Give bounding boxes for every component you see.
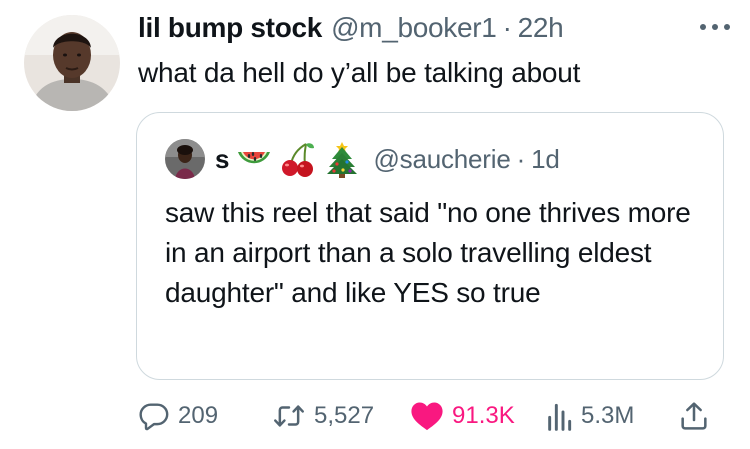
share-button[interactable] [678,392,710,440]
tweet-header: lil bump stock @m_booker1 · 22h [138,8,564,48]
watermelon-icon [238,152,271,164]
like-button[interactable]: 91.3K [410,392,515,440]
heart-icon [411,402,443,431]
share-icon [681,402,707,430]
quoted-author-avatar-image [165,139,205,179]
christmas-tree-icon [327,142,358,178]
views-icon [548,403,572,431]
reply-count: 209 [178,402,219,429]
quoted-display-name[interactable]: s [215,144,229,175]
more-icon[interactable] [698,20,732,34]
handle[interactable]: @m_booker1 [331,12,497,44]
reply-button[interactable]: 209 [138,392,218,440]
tweet-text: what da hell do y’all be talking about [138,57,581,88]
quoted-meta-separator: · [516,143,526,174]
author-avatar-image [24,15,120,111]
views-count: 5.3M [581,402,635,429]
quoted-tweet[interactable]: s @saucherie · 1d saw this reel that sai… [136,112,724,380]
meta-separator: · [502,12,512,43]
quoted-author-avatar[interactable] [165,139,205,179]
quoted-tweet-header: s @saucherie · 1d [165,139,560,179]
repost-button[interactable]: 5,527 [272,392,374,440]
quoted-timestamp[interactable]: 1d [531,144,560,175]
timestamp[interactable]: 22h [518,12,564,44]
display-name[interactable]: lil bump stock [138,12,322,44]
repost-icon [274,405,304,427]
action-bar: 209 5,527 91.3K 5.3M [0,392,750,440]
like-count: 91.3K [452,402,515,429]
quoted-tweet-text: saw this reel that said "no one thrives … [165,197,691,308]
views-button[interactable]: 5.3M [545,392,634,440]
repost-count: 5,527 [314,402,375,429]
reply-icon [139,403,169,431]
author-avatar[interactable] [24,15,120,111]
quoted-handle[interactable]: @saucherie [373,144,510,175]
cherries-icon [282,143,315,177]
